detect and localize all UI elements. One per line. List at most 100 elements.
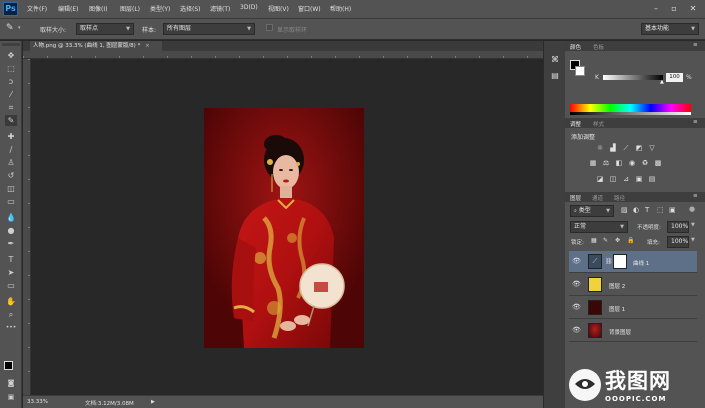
hand-tool-icon[interactable]: ✋ — [5, 296, 17, 307]
invert-icon[interactable]: ◪ — [595, 175, 605, 184]
vibrance-icon[interactable]: ▽ — [647, 144, 657, 153]
maximize-icon[interactable]: ▫ — [668, 3, 680, 15]
color-balance-icon[interactable]: ⚖ — [601, 159, 611, 168]
dodge-tool-icon[interactable]: ● — [5, 225, 17, 236]
gradient-map-icon[interactable]: ▤ — [647, 175, 657, 184]
tab-swatches[interactable]: 色板 — [593, 43, 604, 51]
menu-image[interactable]: 图像(I) — [89, 4, 107, 13]
sample-select[interactable]: 所有图层 ▼ — [163, 23, 255, 35]
layer-kind-filter[interactable]: ⌕ 类型 ▼ — [570, 205, 614, 217]
layer-row[interactable]: 👁 背景图层 — [569, 320, 697, 342]
panel-menu-icon[interactable]: ≡ — [693, 42, 698, 48]
healing-brush-tool-icon[interactable]: ✚ — [5, 131, 17, 142]
levels-icon[interactable]: ▟ — [608, 144, 618, 153]
status-menu-arrow-icon[interactable]: ▶ — [151, 399, 155, 405]
pen-tool-icon[interactable]: ✒ — [5, 238, 17, 249]
workspace-select[interactable]: 基本功能 ▼ — [641, 23, 699, 35]
tool-preset-caret-icon[interactable]: ▾ — [18, 25, 21, 31]
grayscale-ramp[interactable] — [570, 112, 691, 115]
menu-select[interactable]: 选择(S) — [180, 4, 201, 13]
quick-select-tool-icon[interactable]: ⁄ — [5, 89, 17, 100]
eraser-tool-icon[interactable]: ◫ — [5, 183, 17, 194]
sample-size-select[interactable]: 取样点 ▼ — [76, 23, 134, 35]
gradient-tool-icon[interactable]: ▭ — [5, 196, 17, 207]
lock-transparency-icon[interactable]: ▦ — [591, 237, 597, 244]
document-image[interactable] — [204, 108, 364, 348]
type-tool-icon[interactable]: T — [5, 254, 17, 265]
chevron-down-icon[interactable]: ▼ — [691, 237, 695, 243]
menu-type[interactable]: 类型(Y) — [150, 4, 170, 13]
tab-channels[interactable]: 通道 — [592, 194, 603, 202]
quick-mask-icon[interactable]: ◙ — [5, 378, 17, 389]
eye-icon[interactable]: 👁 — [572, 326, 581, 334]
move-tool-icon[interactable]: ✥ — [5, 50, 17, 61]
menu-edit[interactable]: 编辑(E) — [58, 4, 78, 13]
fill-input[interactable]: 100% — [667, 236, 689, 248]
brightness-contrast-icon[interactable]: ☼ — [595, 144, 605, 153]
eyedropper-tool-icon[interactable]: ✎ — [5, 115, 17, 126]
chevron-down-icon[interactable]: ▼ — [691, 222, 695, 228]
photo-filter-icon[interactable]: ◉ — [627, 159, 637, 168]
foreground-color-swatch[interactable] — [4, 361, 13, 370]
background-color-swatch[interactable] — [575, 66, 585, 76]
selective-color-icon[interactable]: ▣ — [634, 175, 644, 184]
curves-icon[interactable]: ⟋ — [621, 144, 631, 153]
menu-help[interactable]: 帮助(H) — [330, 4, 351, 13]
filter-adjustment-icon[interactable]: ◐ — [633, 206, 639, 214]
lock-pixels-icon[interactable]: ✎ — [603, 237, 608, 244]
screen-mode-icon[interactable]: ▣ — [5, 392, 17, 403]
k-slider-handle-icon[interactable]: ▲ — [660, 79, 664, 85]
black-white-icon[interactable]: ◧ — [614, 159, 624, 168]
posterize-icon[interactable]: ◫ — [608, 175, 618, 184]
lasso-tool-icon[interactable]: ↄ — [5, 76, 17, 87]
layer-row[interactable]: 👁 图层 1 — [569, 297, 697, 319]
menu-view[interactable]: 视图(V) — [268, 4, 289, 13]
threshold-icon[interactable]: ⊿ — [621, 175, 631, 184]
lock-all-icon[interactable]: 🔒 — [627, 237, 634, 244]
filter-shape-icon[interactable]: ⬚ — [657, 206, 664, 214]
path-select-tool-icon[interactable]: ➤ — [5, 267, 17, 278]
crop-tool-icon[interactable]: ⌗ — [5, 102, 17, 113]
k-value-input[interactable]: 100 — [666, 73, 683, 82]
color-lookup-icon[interactable]: ▩ — [653, 159, 663, 168]
close-tab-icon[interactable]: × — [145, 43, 150, 49]
layer-row[interactable]: 👁 图层 2 — [569, 274, 697, 296]
more-tools-icon[interactable]: ••• — [5, 322, 17, 333]
menu-file[interactable]: 文件(F) — [27, 4, 47, 13]
tab-styles[interactable]: 样式 — [593, 120, 604, 128]
brush-tool-icon[interactable]: ∕ — [5, 144, 17, 155]
blend-mode-select[interactable]: 正常 ▼ — [570, 221, 628, 233]
document-tab[interactable]: 人物.png @ 33.3% (曲线 1, 图层蒙版/8) * × — [30, 41, 162, 51]
panel-menu-icon[interactable]: ≡ — [693, 193, 698, 199]
marquee-tool-icon[interactable]: ⬚ — [5, 63, 17, 74]
clone-stamp-tool-icon[interactable]: ♙ — [5, 157, 17, 168]
color-spectrum-bar[interactable] — [570, 104, 691, 112]
tab-paths[interactable]: 路径 — [614, 194, 625, 202]
history-panel-icon[interactable]: ⌘ — [549, 55, 561, 66]
shape-tool-icon[interactable]: ▭ — [5, 280, 17, 291]
eye-icon[interactable]: 👁 — [572, 303, 581, 311]
properties-panel-icon[interactable]: ▤ — [549, 71, 561, 82]
eye-icon[interactable]: 👁 — [572, 257, 581, 265]
tab-adjustments[interactable]: 调整 — [570, 120, 581, 128]
toolbox-grip[interactable] — [2, 43, 20, 46]
opacity-input[interactable]: 100% — [667, 221, 689, 233]
eyedropper-tool-icon[interactable]: ✎ — [6, 23, 14, 33]
link-icon[interactable]: ⛓ — [605, 258, 613, 265]
filter-pixel-icon[interactable]: ▨ — [621, 206, 628, 214]
eye-icon[interactable]: 👁 — [572, 280, 581, 288]
k-slider-track[interactable] — [603, 75, 663, 80]
zoom-tool-icon[interactable]: ⌕ — [5, 309, 17, 320]
menu-layer[interactable]: 图层(L) — [120, 4, 140, 13]
filter-type-icon[interactable]: T — [645, 206, 649, 214]
panel-menu-icon[interactable]: ≡ — [693, 119, 698, 125]
blur-tool-icon[interactable]: 💧 — [5, 212, 17, 223]
tab-layers[interactable]: 图层 — [570, 194, 581, 202]
history-brush-tool-icon[interactable]: ↺ — [5, 170, 17, 181]
filter-toggle-icon[interactable]: ● — [689, 205, 695, 213]
lock-position-icon[interactable]: ✥ — [615, 237, 620, 244]
menu-window[interactable]: 窗口(W) — [298, 4, 321, 13]
channel-mixer-icon[interactable]: ♻ — [640, 159, 650, 168]
tab-color[interactable]: 颜色 — [570, 43, 581, 51]
menu-filter[interactable]: 滤镜(T) — [210, 4, 230, 13]
